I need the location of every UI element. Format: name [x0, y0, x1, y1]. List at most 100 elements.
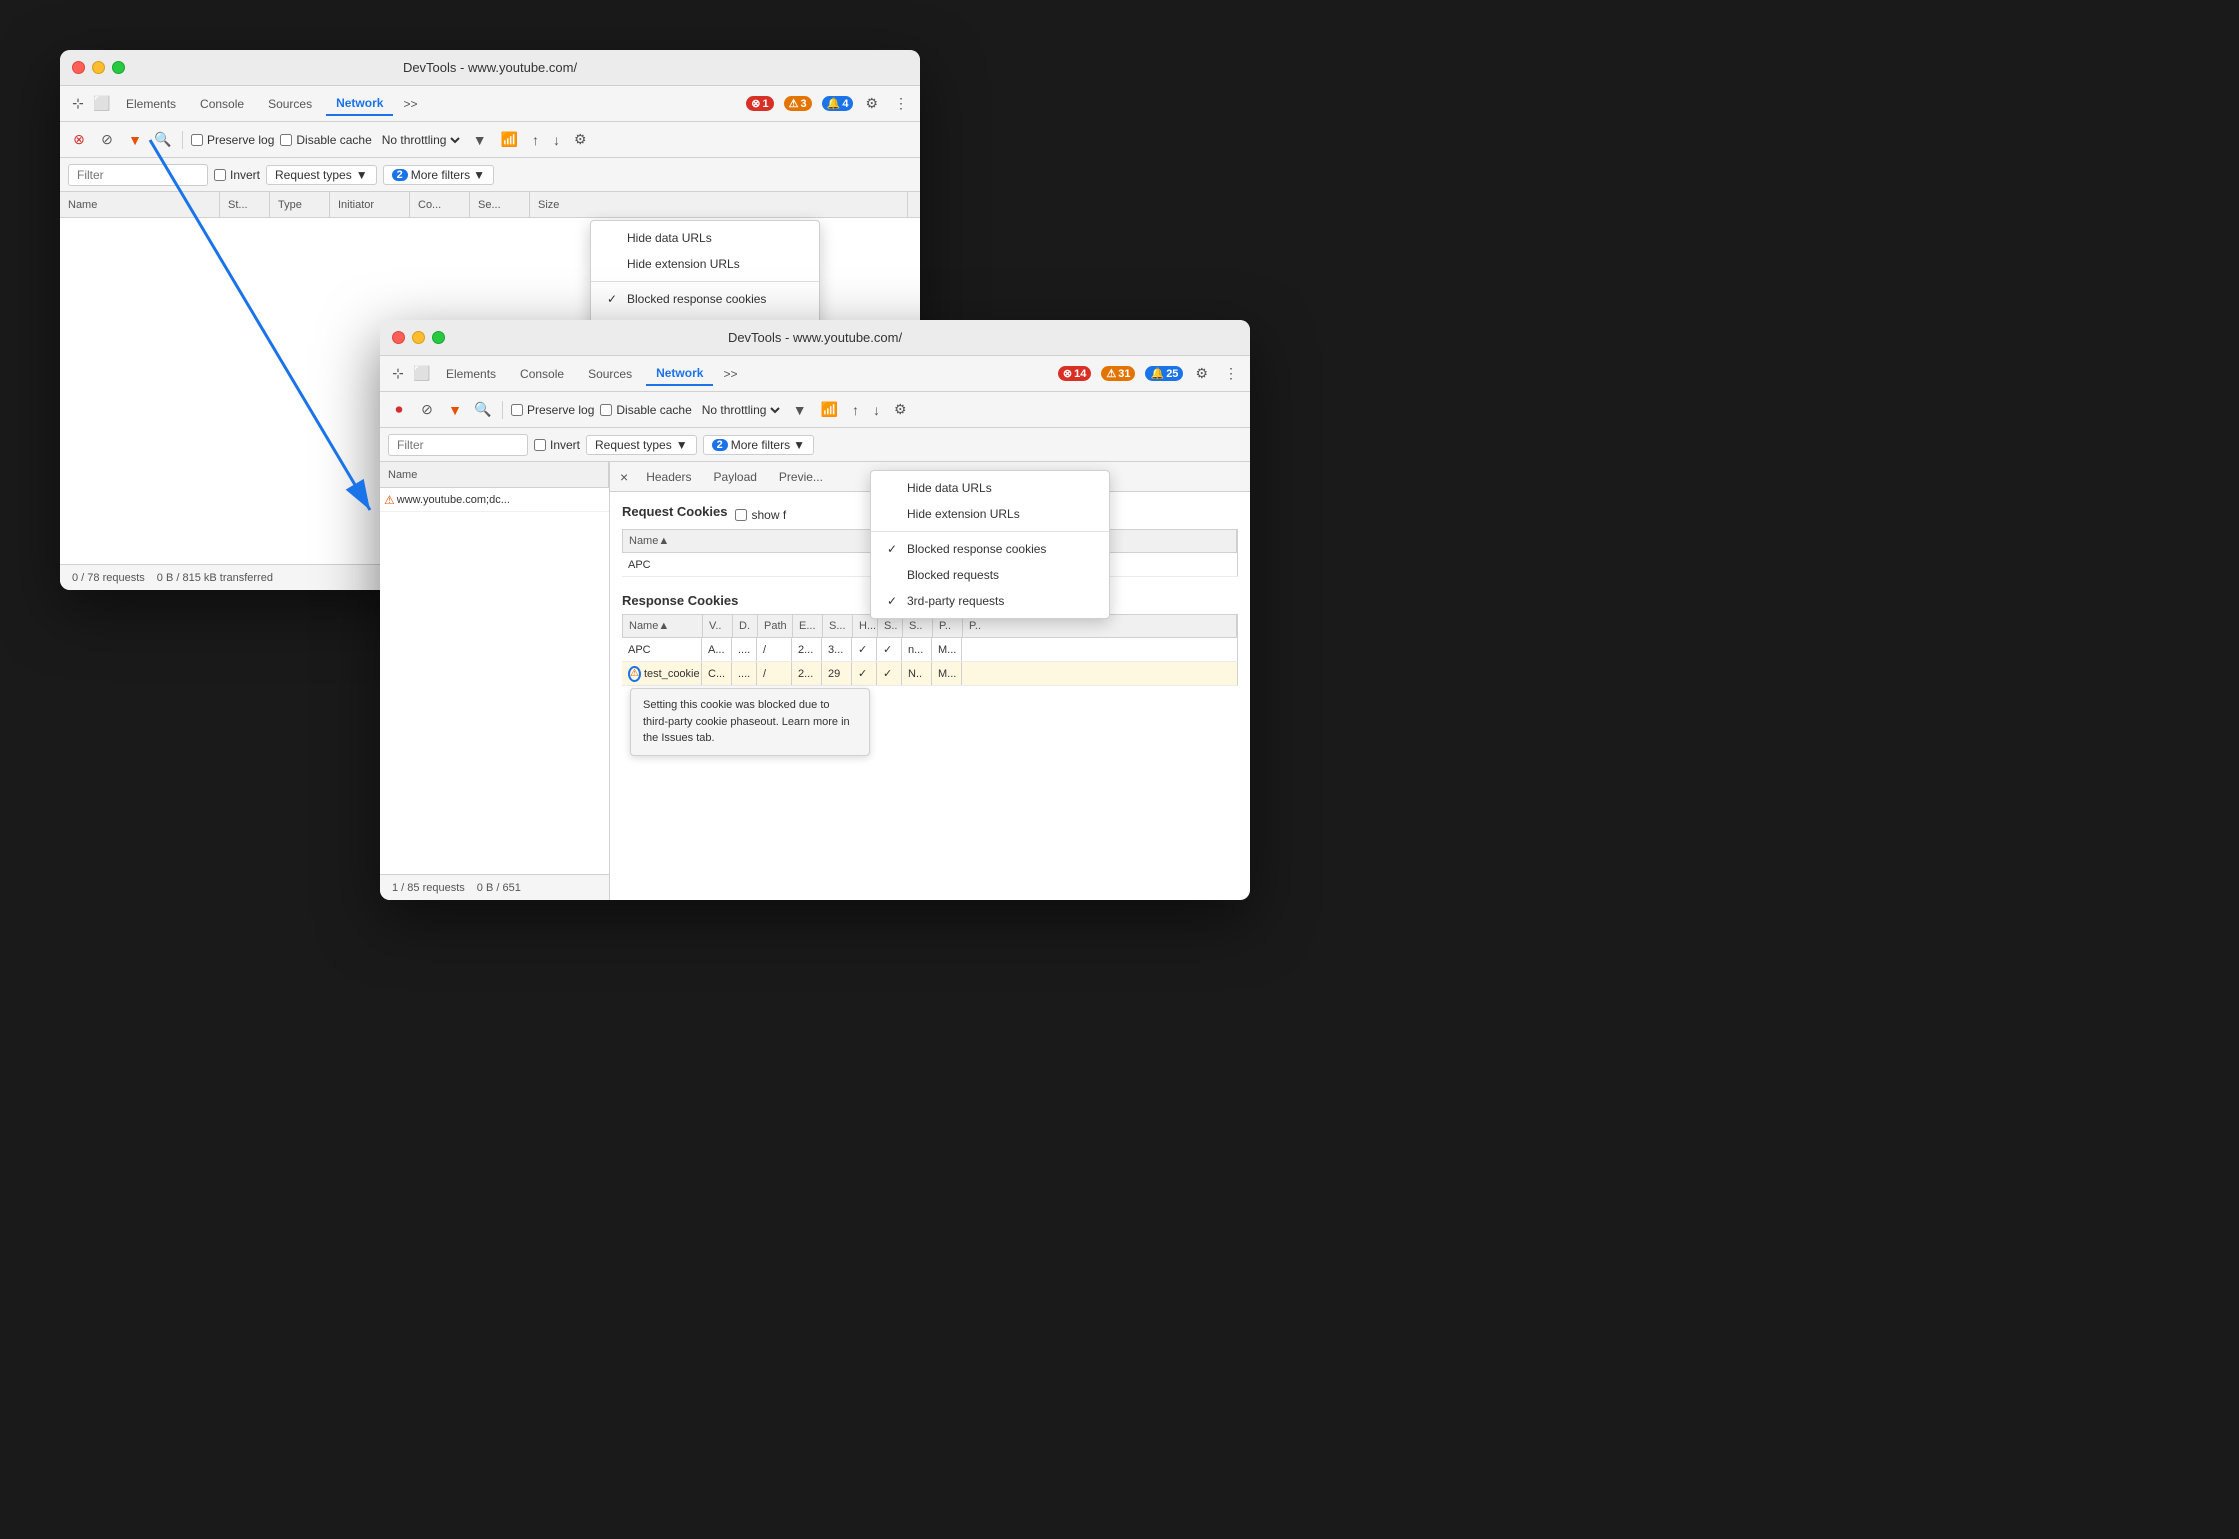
- throttle-select-front[interactable]: No throttling: [698, 402, 783, 418]
- error-badge-front: ⊗ 14: [1058, 366, 1091, 381]
- warning-icon-front: ⚠: [1106, 367, 1116, 380]
- preserve-log-label-front[interactable]: Preserve log: [511, 403, 594, 417]
- download-icon-back[interactable]: ↓: [549, 130, 564, 150]
- resp-test-s3: N..: [902, 662, 932, 685]
- download-icon-front[interactable]: ↓: [869, 400, 884, 420]
- window-title-front: DevTools - www.youtube.com/: [728, 330, 902, 345]
- invert-checkbox-front[interactable]: [534, 439, 546, 451]
- request-count-front: 1 / 85 requests: [392, 882, 465, 894]
- resp-col-e: E...: [793, 615, 823, 637]
- wifi-icon-front[interactable]: 📶: [817, 399, 842, 420]
- settings2-icon-front[interactable]: ⚙: [890, 399, 911, 420]
- resp-test-v: C...: [702, 662, 732, 685]
- resp-apc-path: /: [757, 638, 792, 661]
- resp-apc-s: 3...: [822, 638, 852, 661]
- menu-hide-ext-front[interactable]: Hide extension URLs: [871, 501, 1109, 527]
- menu-blocked-cookies-front[interactable]: ✓ Blocked response cookies: [871, 536, 1109, 562]
- throttle-arrow-front[interactable]: ▼: [789, 400, 811, 420]
- show-filter-text: show f: [751, 508, 786, 522]
- disable-cache-checkbox-front[interactable]: [600, 404, 612, 416]
- resp-apc-e: 2...: [792, 638, 822, 661]
- menu-blocked-cookies-back[interactable]: ✓ Blocked response cookies: [591, 286, 819, 312]
- search-btn-front[interactable]: 🔍: [472, 399, 494, 421]
- detail-tab-payload[interactable]: Payload: [704, 466, 767, 488]
- dropdown-menu-front: Hide data URLs Hide extension URLs ✓ Blo…: [870, 470, 1110, 619]
- detail-close-btn[interactable]: ×: [614, 467, 634, 487]
- resp-apc-v: A...: [702, 638, 732, 661]
- disable-cache-label-front[interactable]: Disable cache: [600, 403, 691, 417]
- minimize-button-back[interactable]: [92, 61, 105, 74]
- tab-elements-back[interactable]: Elements: [116, 93, 186, 115]
- upload-icon-front[interactable]: ↑: [848, 400, 863, 420]
- upload-icon-back[interactable]: ↑: [528, 130, 543, 150]
- tab-more-front[interactable]: >>: [717, 365, 743, 383]
- error-badge-back: ⊗ 1: [746, 96, 773, 111]
- menu-hide-data-front[interactable]: Hide data URLs: [871, 475, 1109, 501]
- resp-col-d: D.: [733, 615, 758, 637]
- tab-bar-back: ⊹ ⬜ Elements Console Sources Network >> …: [60, 86, 920, 122]
- more-filters-btn-front[interactable]: 2 More filters ▼: [703, 435, 814, 455]
- tab-settings-back: ⊗ 1 ⚠ 3 🔔 4 ⚙ ⋮: [744, 93, 912, 114]
- tab-sources-back[interactable]: Sources: [258, 93, 322, 115]
- close-button-back[interactable]: [72, 61, 85, 74]
- devtools-window-front: DevTools - www.youtube.com/ ⊹ ⬜ Elements…: [380, 320, 1250, 900]
- window-title-back: DevTools - www.youtube.com/: [403, 60, 577, 75]
- device-icon-back[interactable]: ⬜: [92, 94, 112, 114]
- cursor-icon-back[interactable]: ⊹: [68, 94, 88, 114]
- show-filter-label[interactable]: show f: [735, 508, 786, 522]
- resp-test-h: ✓: [852, 662, 877, 685]
- resp-col-name: Name ▲: [623, 615, 703, 637]
- title-bar-front: DevTools - www.youtube.com/: [380, 320, 1250, 356]
- resp-apc-name: APC: [622, 638, 702, 661]
- resp-test-e: 2...: [792, 662, 822, 685]
- resp-cookie-row-2: ⚠ test_cookie C... .... / 2... 29 ✓ ✓ N.…: [622, 662, 1238, 686]
- tab-sources-front[interactable]: Sources: [578, 363, 642, 385]
- resp-test-p2: [962, 662, 1238, 685]
- traffic-lights-back: [72, 61, 125, 74]
- wifi-icon-back[interactable]: 📶: [497, 129, 522, 150]
- menu-blocked-req-front[interactable]: Blocked requests: [871, 562, 1109, 588]
- settings2-icon-back[interactable]: ⚙: [570, 129, 591, 150]
- warning-badge-front: ⚠ 31: [1101, 366, 1135, 381]
- settings-icon-back[interactable]: ⚙: [861, 93, 882, 114]
- more-icon-back[interactable]: ⋮: [890, 93, 912, 114]
- warning-badge-icon-back: ⚠: [789, 97, 799, 110]
- invert-label-front[interactable]: Invert: [534, 438, 580, 452]
- resp-col-path: Path: [758, 615, 793, 637]
- menu-hide-ext-back[interactable]: Hide extension URLs: [591, 251, 819, 277]
- settings-icon-front[interactable]: ⚙: [1191, 363, 1212, 384]
- status-bar-front: 1 / 85 requests 0 B / 651: [380, 874, 609, 900]
- resp-test-p: M...: [932, 662, 962, 685]
- detail-tab-headers[interactable]: Headers: [636, 466, 701, 488]
- resp-test-name: ⚠ test_cookie: [622, 662, 702, 685]
- resp-test-s: 29: [822, 662, 852, 685]
- menu-sep-back: [591, 281, 819, 282]
- resp-col-v: V..: [703, 615, 733, 637]
- throttle-arrow-back[interactable]: ▼: [469, 130, 491, 150]
- detail-tab-preview[interactable]: Previe...: [769, 466, 833, 488]
- menu-3rd-party-front[interactable]: ✓ 3rd-party requests: [871, 588, 1109, 614]
- resp-apc-p2: [962, 638, 1238, 661]
- blue-arrow: [90, 130, 470, 580]
- toolbar-front: ⏺ ⊘ ▼ 🔍 Preserve log Disable cache No th…: [380, 392, 1250, 428]
- tab-network-front[interactable]: Network: [646, 362, 713, 386]
- tab-bar-front: ⊹ ⬜ Elements Console Sources Network >> …: [380, 356, 1250, 392]
- more-icon-front[interactable]: ⋮: [1220, 363, 1242, 384]
- preserve-log-checkbox-front[interactable]: [511, 404, 523, 416]
- tab-console-front[interactable]: Console: [510, 363, 574, 385]
- tab-console-back[interactable]: Console: [190, 93, 254, 115]
- transferred-front: 0 B / 651: [477, 882, 521, 894]
- tab-more-back[interactable]: >>: [397, 95, 423, 113]
- resp-apc-d: ....: [732, 638, 757, 661]
- show-filter-checkbox[interactable]: [735, 509, 747, 521]
- resp-cookie-row-1: APC A... .... / 2... 3... ✓ ✓ n... M...: [622, 638, 1238, 662]
- stop-btn-back[interactable]: ⊗: [68, 129, 90, 151]
- menu-hide-data-back[interactable]: Hide data URLs: [591, 225, 819, 251]
- menu-sep-front: [871, 531, 1109, 532]
- tab-network-back[interactable]: Network: [326, 92, 393, 116]
- req-cookies-title: Request Cookies: [622, 504, 727, 519]
- maximize-button-back[interactable]: [112, 61, 125, 74]
- request-types-btn-front[interactable]: Request types ▼: [586, 435, 697, 455]
- info-badge-icon-back: 🔔: [827, 97, 841, 110]
- col-se-back: Se...: [470, 192, 530, 217]
